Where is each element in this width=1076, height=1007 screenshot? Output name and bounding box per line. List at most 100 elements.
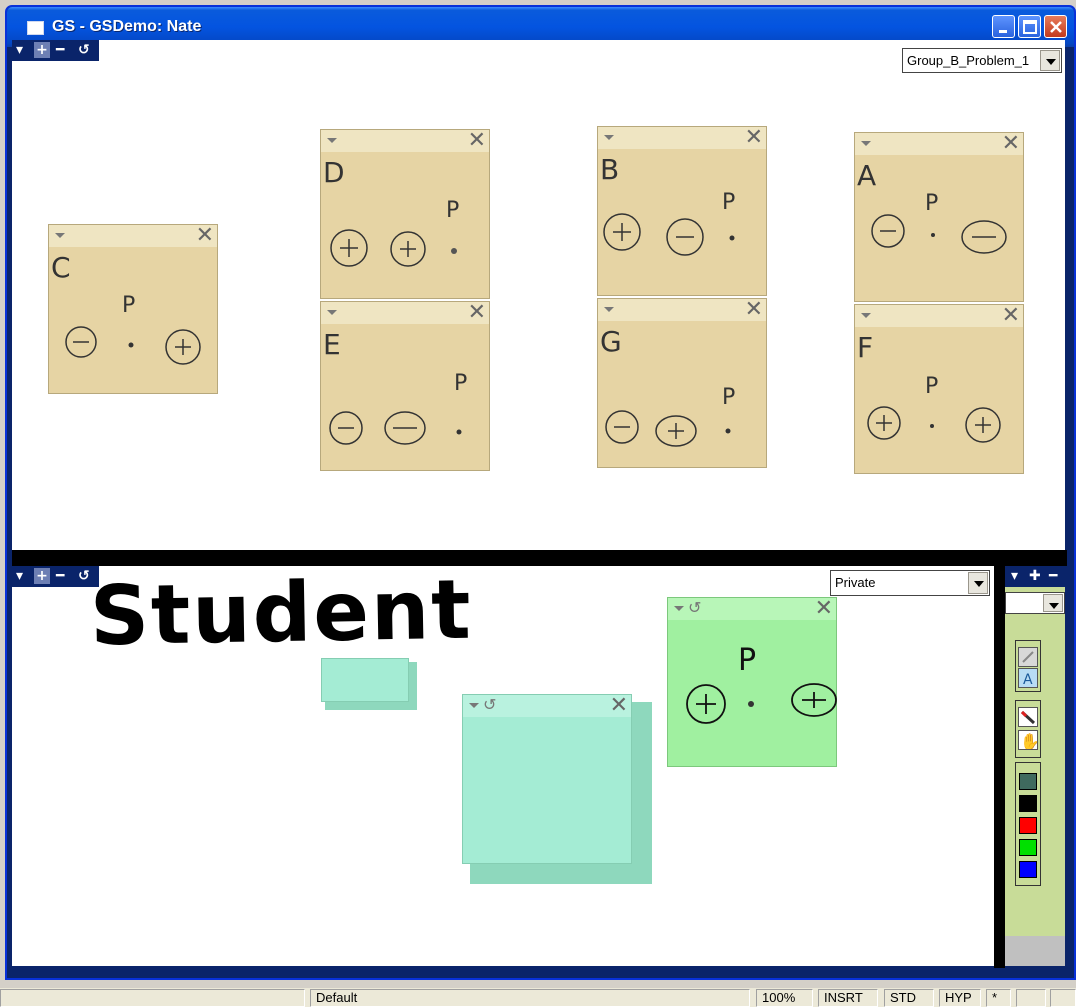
note-header[interactable]: ↺ ✕: [463, 695, 631, 717]
dropdown-icon[interactable]: [604, 307, 614, 312]
dropdown-icon[interactable]: [861, 141, 871, 146]
note-header[interactable]: ✕: [855, 133, 1023, 155]
problem-select-value: Group_B_Problem_1: [907, 53, 1030, 68]
close-button[interactable]: [1044, 15, 1067, 38]
minimize-button[interactable]: [992, 15, 1015, 38]
note-e[interactable]: ✕ E P: [320, 301, 490, 471]
tool-panel: ▾ ✚ ━ A ✋: [1005, 566, 1065, 966]
close-icon[interactable]: ✕: [1002, 305, 1020, 327]
mini-note-card[interactable]: [321, 658, 417, 710]
pane-toolbar: ▾ + ━ ↺: [12, 566, 99, 587]
add-icon[interactable]: ✚: [1029, 567, 1041, 585]
dropdown-icon[interactable]: ▾: [16, 41, 23, 59]
close-icon[interactable]: ✕: [745, 127, 763, 149]
undo-icon[interactable]: ↺: [688, 598, 701, 617]
add-icon[interactable]: +: [34, 42, 50, 58]
minus-icon[interactable]: ━: [56, 567, 64, 585]
note-d[interactable]: ✕ D P: [320, 129, 490, 299]
status-std[interactable]: STD: [884, 989, 934, 1007]
note-b[interactable]: ✕ B P: [597, 126, 767, 296]
note-letter: C: [51, 251, 71, 284]
close-icon[interactable]: ✕: [745, 299, 763, 321]
draw-tools-group: A: [1015, 640, 1041, 692]
app-icon: [27, 21, 44, 35]
note-header[interactable]: ✕: [598, 299, 766, 321]
dropdown-icon[interactable]: [674, 606, 684, 611]
dropdown-icon[interactable]: [55, 233, 65, 238]
problem-select[interactable]: Group_B_Problem_1: [902, 48, 1062, 73]
visibility-select-value: Private: [835, 575, 876, 590]
dropdown-icon[interactable]: ▾: [1011, 567, 1018, 585]
color-swatch-green[interactable]: [1019, 839, 1037, 856]
close-icon[interactable]: ✕: [1002, 133, 1020, 155]
text-icon[interactable]: A: [1018, 668, 1038, 688]
minus-icon[interactable]: ━: [1049, 567, 1057, 585]
chevron-down-icon[interactable]: [1043, 594, 1063, 612]
status-extra-2: [1050, 989, 1076, 1007]
close-icon[interactable]: ✕: [196, 225, 214, 247]
undo-icon[interactable]: ↺: [483, 695, 496, 714]
note-letter: B: [600, 153, 619, 186]
note-f[interactable]: ✕ F P: [854, 304, 1024, 474]
svg-text:P: P: [722, 385, 735, 410]
empty-note-card[interactable]: ↺ ✕: [462, 694, 652, 884]
handwriting-sketch: C P: [51, 251, 201, 365]
hand-icon[interactable]: ✋: [1018, 730, 1040, 751]
group-workspace-pane[interactable]: ▾ + ━ ↺ Group_B_Problem_1 ✕ C P ✕ D P ✕ …: [12, 40, 1065, 550]
undo-icon[interactable]: ↺: [78, 41, 90, 59]
handwriting-sketch: B P: [600, 153, 735, 256]
student-workspace-pane[interactable]: ▾ + ━ ↺ Student Private ↺ ✕ ↺ ✕ P: [12, 566, 994, 966]
note-header[interactable]: ✕: [321, 130, 489, 152]
note-header[interactable]: ✕: [598, 127, 766, 149]
close-icon[interactable]: ✕: [468, 302, 486, 324]
note-header[interactable]: ✕: [49, 225, 217, 247]
panel-splitter[interactable]: [994, 566, 1005, 968]
undo-icon[interactable]: ↺: [78, 567, 90, 585]
status-zoom[interactable]: 100%: [756, 989, 813, 1007]
pen-icon[interactable]: [1018, 647, 1038, 667]
note-header[interactable]: ✕: [855, 305, 1023, 327]
eraser-icon[interactable]: [1018, 707, 1038, 727]
note-letter: E: [323, 328, 341, 361]
visibility-select[interactable]: Private: [830, 570, 990, 596]
note-header[interactable]: ✕: [321, 302, 489, 324]
note-header[interactable]: ↺ ✕: [668, 598, 836, 620]
tool-panel-toolbar: ▾ ✚ ━: [1005, 566, 1065, 587]
close-icon[interactable]: ✕: [815, 598, 833, 620]
note-letter: A: [857, 159, 876, 192]
minus-icon[interactable]: ━: [56, 41, 64, 59]
dropdown-icon[interactable]: [327, 310, 337, 315]
status-insert-mode[interactable]: INSRT: [818, 989, 878, 1007]
tool-select[interactable]: [1005, 592, 1065, 614]
dropdown-icon[interactable]: ▾: [16, 567, 23, 585]
add-icon[interactable]: +: [34, 568, 50, 584]
student-note[interactable]: ↺ ✕ P: [667, 597, 837, 767]
color-swatch-teal[interactable]: [1019, 773, 1037, 790]
close-icon[interactable]: ✕: [610, 695, 628, 717]
note-c[interactable]: ✕ C P: [48, 224, 218, 394]
chevron-down-icon[interactable]: [1040, 50, 1060, 71]
status-style: Default: [310, 989, 750, 1007]
svg-text:✋: ✋: [1020, 732, 1037, 749]
svg-text:P: P: [454, 371, 467, 396]
svg-text:P: P: [722, 190, 735, 215]
note-letter: D: [323, 156, 345, 189]
dropdown-icon[interactable]: [604, 135, 614, 140]
note-letter: F: [857, 331, 873, 364]
close-icon[interactable]: ✕: [468, 130, 486, 152]
dropdown-icon[interactable]: [861, 313, 871, 318]
note-a[interactable]: ✕ A P: [854, 132, 1024, 302]
student-heading: Student: [89, 566, 474, 665]
dropdown-icon[interactable]: [327, 138, 337, 143]
color-swatch-blue[interactable]: [1019, 861, 1037, 878]
status-hyp[interactable]: HYP: [939, 989, 981, 1007]
pane-splitter[interactable]: [12, 550, 1067, 566]
maximize-button[interactable]: [1018, 15, 1041, 38]
chevron-down-icon[interactable]: [968, 572, 988, 594]
color-swatch-black[interactable]: [1019, 795, 1037, 812]
handwriting-sketch: D P: [323, 156, 459, 267]
dropdown-icon[interactable]: [469, 703, 479, 708]
color-swatch-red[interactable]: [1019, 817, 1037, 834]
note-g[interactable]: ✕ G P: [597, 298, 767, 468]
panel-footer: [1005, 936, 1065, 966]
